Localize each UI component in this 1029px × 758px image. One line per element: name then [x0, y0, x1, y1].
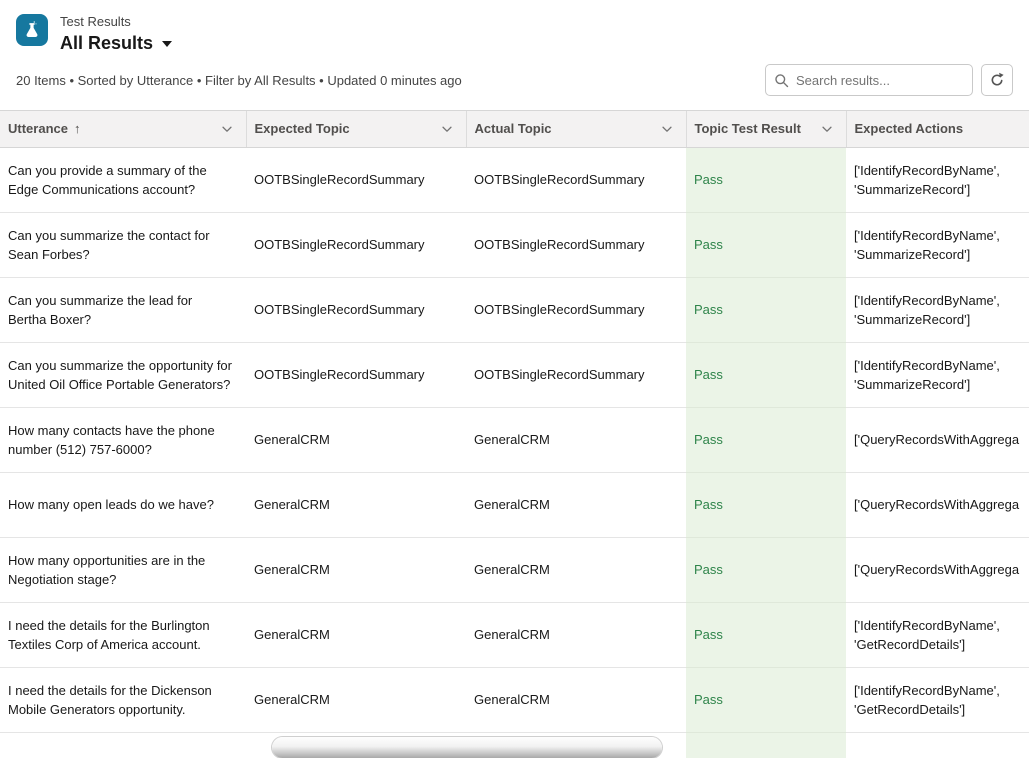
topic-test-result-cell: Pass — [686, 667, 846, 732]
table-row: I need the details for the Burlington Te… — [0, 602, 1029, 667]
expected-topic-cell: GeneralCRM — [246, 537, 466, 602]
topic-test-result-cell: Pass — [686, 277, 846, 342]
expected-topic-cell: OOTBSingleRecordSummary — [246, 277, 466, 342]
topic-test-result-cell: Pass — [686, 407, 846, 472]
column-header[interactable]: Expected Topic — [246, 111, 466, 147]
utterance-cell: Can you summarize the contact for Sean F… — [0, 212, 246, 277]
expected-actions-cell: ['IdentifyRecordByName', 'GetRecordDetai… — [846, 667, 1029, 732]
utterance-cell: Can you summarize the opportunity for Un… — [0, 342, 246, 407]
expected-topic-cell: GeneralCRM — [246, 667, 466, 732]
list-view-selector[interactable]: All Results — [60, 32, 172, 54]
expected-actions-cell: ['QueryRecordsWithAggrega — [846, 472, 1029, 537]
table-header-row: Utterance ↑ Expected Topic Actual Topic — [0, 111, 1029, 147]
expected-actions-cell: ['IdentifyRecordByName', 'SummarizeRecor… — [846, 277, 1029, 342]
table-row: Can you summarize the lead for Bertha Bo… — [0, 277, 1029, 342]
column-header-label: Actual Topic — [475, 121, 552, 136]
actual-topic-cell: GeneralCRM — [466, 472, 686, 537]
table-row: Can you summarize the opportunity for Un… — [0, 342, 1029, 407]
caret-down-icon — [162, 41, 172, 47]
expected-topic-cell: OOTBSingleRecordSummary — [246, 342, 466, 407]
chevron-down-icon[interactable] — [220, 122, 234, 136]
actual-topic-cell: GeneralCRM — [466, 667, 686, 732]
results-table-body: Can you provide a summary of the Edge Co… — [0, 147, 1029, 758]
column-header-label: Topic Test Result — [695, 121, 801, 136]
search-icon — [774, 73, 789, 88]
sort-asc-icon: ↑ — [74, 121, 81, 136]
expected-topic-cell: GeneralCRM — [246, 407, 466, 472]
chevron-down-icon[interactable] — [440, 122, 454, 136]
expected-actions-cell: ['QueryRecordsWithAggrega — [846, 407, 1029, 472]
toolbar-actions — [765, 64, 1013, 96]
column-header-label: Expected Topic — [255, 121, 350, 136]
expected-topic-cell: GeneralCRM — [246, 602, 466, 667]
refresh-button[interactable] — [981, 64, 1013, 96]
expected-actions-cell: ['IdentifyRecordByName', 'SummarizeRecor… — [846, 212, 1029, 277]
actual-topic-cell: GeneralCRM — [466, 537, 686, 602]
table-row: How many opportunities are in the Negoti… — [0, 537, 1029, 602]
expected-actions-cell: ['IdentifyRecordByName', 'SummarizeRecor… — [846, 342, 1029, 407]
chevron-down-icon[interactable] — [820, 122, 834, 136]
title-block: Test Results All Results — [60, 14, 172, 54]
table-row: Can you summarize the contact for Sean F… — [0, 212, 1029, 277]
page-title: All Results — [60, 32, 153, 54]
utterance-cell: How many open leads do we have? — [0, 472, 246, 537]
topic-test-result-cell: Pass — [686, 212, 846, 277]
expected-actions-cell: ['IdentifyRecordByName', — [846, 732, 1029, 758]
utterance-cell: How many contacts have the phone number … — [0, 407, 246, 472]
expected-topic-cell: GeneralCRM — [246, 472, 466, 537]
column-header[interactable]: Actual Topic — [466, 111, 686, 147]
actual-topic-cell: OOTBSingleRecordSummary — [466, 212, 686, 277]
search-input[interactable] — [796, 73, 964, 88]
actual-topic-cell: OOTBSingleRecordSummary — [466, 342, 686, 407]
column-header-label: Utterance — [8, 121, 68, 136]
utterance-cell: Can you summarize the lead for Bertha Bo… — [0, 277, 246, 342]
topic-test-result-cell: Pass — [686, 472, 846, 537]
results-table: Utterance ↑ Expected Topic Actual Topic — [0, 110, 1029, 758]
page-header: Test Results All Results — [0, 0, 1029, 60]
topic-test-result-cell: Pass — [686, 537, 846, 602]
topic-test-result-cell: Pass — [686, 732, 846, 758]
test-results-page: Test Results All Results 20 Items • Sort… — [0, 0, 1029, 758]
actual-topic-cell: GeneralCRM — [466, 602, 686, 667]
column-header[interactable]: Topic Test Result — [686, 111, 846, 147]
refresh-icon — [989, 72, 1005, 88]
actual-topic-cell: OOTBSingleRecordSummary — [466, 147, 686, 212]
expected-actions-cell: ['IdentifyRecordByName', 'SummarizeRecor… — [846, 147, 1029, 212]
expected-actions-cell: ['IdentifyRecordByName', 'GetRecordDetai… — [846, 602, 1029, 667]
column-header-label: Expected Actions — [855, 121, 964, 136]
table-row: Can you provide a summary of the Edge Co… — [0, 147, 1029, 212]
utterance-cell: I need the details for the lead Phyllis — [0, 732, 246, 758]
table-row: How many contacts have the phone number … — [0, 407, 1029, 472]
actual-topic-cell: OOTBSingleRecordSummary — [466, 277, 686, 342]
flask-icon — [16, 14, 48, 46]
utterance-cell: How many opportunities are in the Negoti… — [0, 537, 246, 602]
expected-topic-cell: OOTBSingleRecordSummary — [246, 147, 466, 212]
utterance-cell: I need the details for the Burlington Te… — [0, 602, 246, 667]
utterance-cell: I need the details for the Dickenson Mob… — [0, 667, 246, 732]
topic-test-result-cell: Pass — [686, 602, 846, 667]
table-row: I need the details for the Dickenson Mob… — [0, 667, 1029, 732]
topic-test-result-cell: Pass — [686, 147, 846, 212]
chevron-down-icon[interactable] — [660, 122, 674, 136]
column-header[interactable]: Utterance ↑ — [0, 111, 246, 147]
actual-topic-cell: GeneralCRM — [466, 407, 686, 472]
search-box — [765, 64, 973, 96]
expected-topic-cell: OOTBSingleRecordSummary — [246, 212, 466, 277]
column-header[interactable]: Expected Actions — [846, 111, 1029, 147]
topic-test-result-cell: Pass — [686, 342, 846, 407]
list-summary: 20 Items • Sorted by Utterance • Filter … — [16, 73, 462, 88]
expected-actions-cell: ['QueryRecordsWithAggrega — [846, 537, 1029, 602]
list-toolbar: 20 Items • Sorted by Utterance • Filter … — [16, 64, 1013, 96]
horizontal-scrollbar-thumb[interactable] — [272, 737, 662, 758]
utterance-cell: Can you provide a summary of the Edge Co… — [0, 147, 246, 212]
table-row: How many open leads do we have? GeneralC… — [0, 472, 1029, 537]
entity-label: Test Results — [60, 14, 172, 30]
